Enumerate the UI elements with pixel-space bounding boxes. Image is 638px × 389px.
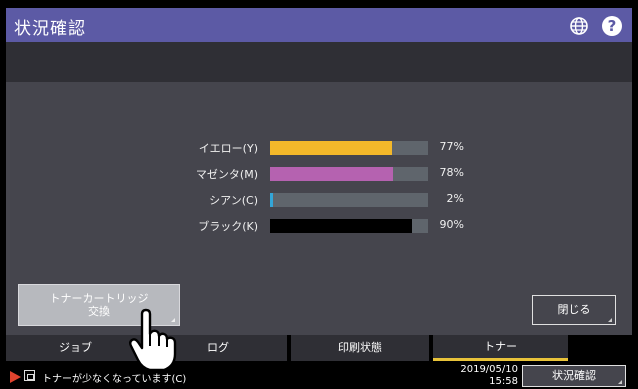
screen: 状況確認 ? イエロー(Y) 77% マゼンタ(M) 78% シアン(C) 2% ブラック(… <box>0 0 638 389</box>
globe-icon[interactable] <box>570 17 588 35</box>
printer-icon <box>24 370 35 381</box>
toner-level-track <box>270 193 428 207</box>
play-icon[interactable] <box>10 371 21 383</box>
toner-level-track <box>270 219 428 233</box>
toner-label: シアン(C) <box>209 194 258 207</box>
status-bar: トナーが少なくなっています(C) 2019/05/10 15:58 状況確認 <box>6 363 632 389</box>
status-confirm-button[interactable]: 状況確認 <box>522 365 626 387</box>
toner-row: マゼンタ(M) 78% <box>6 164 632 184</box>
toner-row: シアン(C) 2% <box>6 190 632 210</box>
replace-toner-label-line1: トナーカートリッジ <box>49 292 149 305</box>
datetime: 2019/05/10 15:58 <box>454 364 518 388</box>
toner-label: マゼンタ(M) <box>195 168 258 181</box>
toner-row: ブラック(K) 90% <box>6 216 632 236</box>
close-button[interactable]: 閉じる <box>532 295 616 325</box>
date: 2019/05/10 <box>460 364 518 375</box>
tab-bar: ジョブ ログ 印刷状態 トナー <box>6 335 632 363</box>
tab-print-status[interactable]: 印刷状態 <box>291 335 429 361</box>
toner-level-track <box>270 167 428 181</box>
toner-row: イエロー(Y) 77% <box>6 138 632 158</box>
help-icon[interactable]: ? <box>602 16 622 36</box>
page-title: 状況確認 <box>14 19 86 39</box>
sub-header-bar <box>6 42 632 82</box>
time: 15:58 <box>489 376 518 387</box>
toner-percent: 2% <box>446 192 464 205</box>
status-message: トナーが少なくなっています(C) <box>42 374 187 385</box>
toner-panel: イエロー(Y) 77% マゼンタ(M) 78% シアン(C) 2% ブラック(K) 90% ト… <box>6 82 632 335</box>
title-bar: 状況確認 ? <box>6 8 632 42</box>
tab-toner[interactable]: トナー <box>433 335 568 361</box>
toner-level-bar <box>270 141 392 155</box>
status-confirm-label: 状況確認 <box>552 369 596 382</box>
toner-level-bar <box>270 219 413 233</box>
toner-label: イエロー(Y) <box>198 142 258 155</box>
toner-percent: 77% <box>439 140 464 153</box>
corner-mark-icon <box>608 318 612 322</box>
toner-level-bar <box>270 167 394 181</box>
toner-percent: 90% <box>439 218 464 231</box>
corner-mark-icon <box>618 380 622 384</box>
toner-label: ブラック(K) <box>198 220 258 233</box>
close-button-label: 閉じる <box>557 303 591 316</box>
pointer-hand-icon <box>129 308 177 372</box>
toner-percent: 78% <box>439 166 464 179</box>
tab-jobs[interactable]: ジョブ <box>6 335 145 361</box>
toner-level-track <box>270 141 428 155</box>
toner-level-bar <box>270 193 274 207</box>
